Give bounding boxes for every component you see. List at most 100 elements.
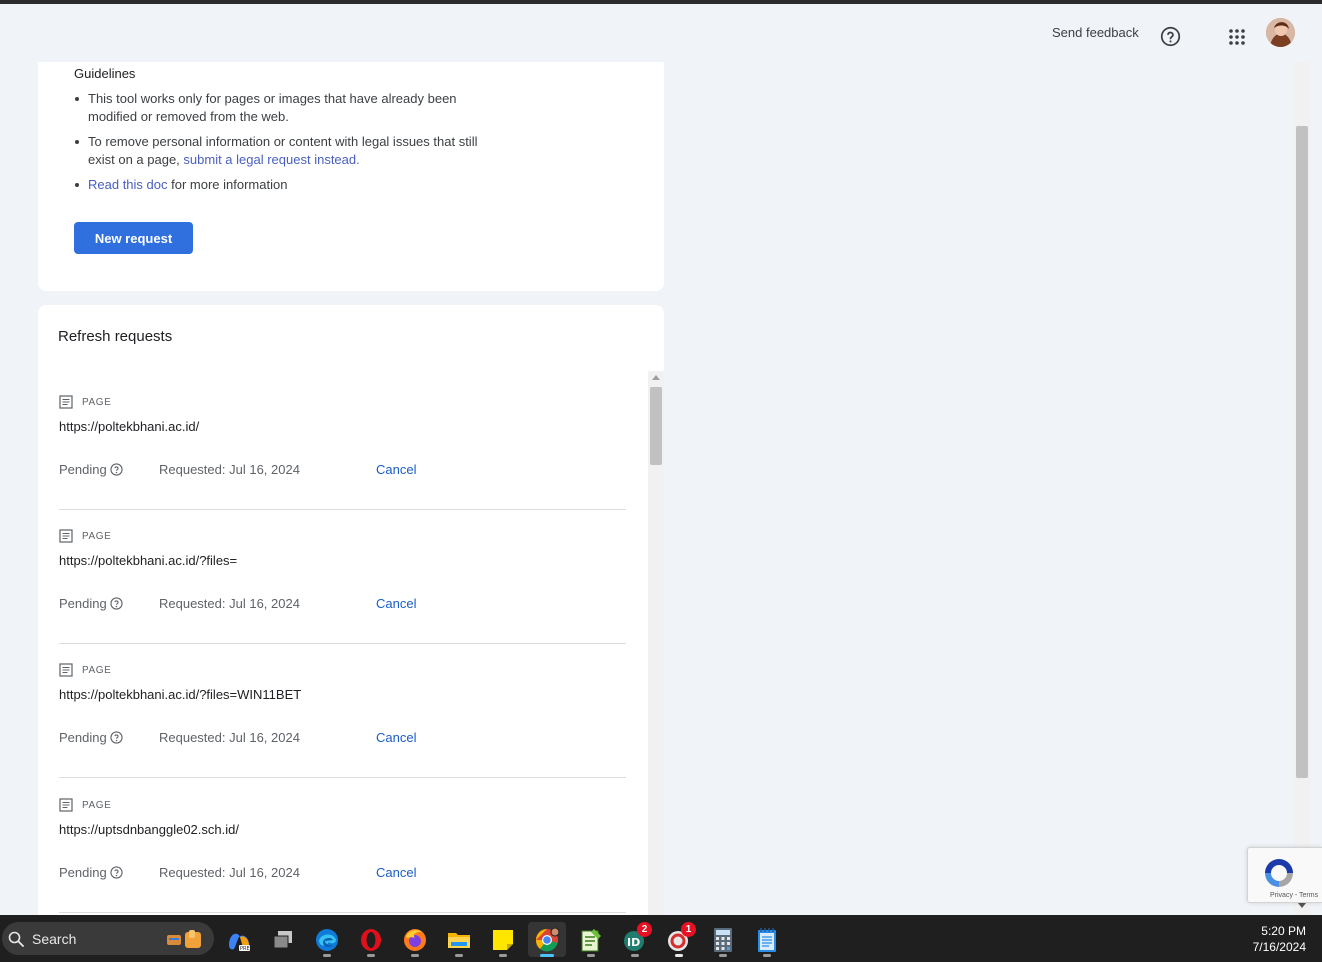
guideline-item: To remove personal information or conten… [75,133,478,169]
request-item: PAGE https://poltekbhani.ac.id/?files=WI… [59,645,626,779]
request-status: Pending [59,730,123,745]
top-header: Send feedback [0,4,1322,62]
help-circle-icon[interactable] [1160,26,1181,47]
request-divider [59,643,626,644]
taskbar-copilot[interactable]: PRE [220,922,258,957]
cancel-request-button[interactable]: Cancel [376,730,416,745]
svg-text:PRE: PRE [240,946,250,952]
account-avatar[interactable] [1266,18,1295,47]
refresh-requests-title: Refresh requests [58,328,173,345]
send-feedback-link[interactable]: Send feedback [1052,25,1139,40]
firefox-icon [404,928,426,951]
status-label: Pending [59,730,107,745]
request-type-label: PAGE [82,799,112,811]
request-url: https://poltekbhani.ac.id/?files= [59,553,238,568]
guideline-item: This tool works only for pages or images… [75,90,478,126]
taskbar-opera[interactable] [352,922,390,957]
requests-scrollbar[interactable] [648,371,664,925]
running-indicator [587,954,595,957]
scroll-down-arrow-icon[interactable] [1298,903,1306,908]
cancel-request-button[interactable]: Cancel [376,865,416,880]
chrome-icon [535,927,560,951]
file-explorer-icon [448,932,470,948]
scroll-up-arrow-icon[interactable] [652,375,660,380]
taskbar-notepad-plus[interactable] [572,922,610,957]
guidelines-card: Guidelines This tool works only for page… [38,62,664,291]
request-date: Requested: Jul 16, 2024 [159,730,300,745]
read-doc-link[interactable]: Read this doc [88,177,168,192]
new-request-button[interactable]: New request [74,222,193,254]
request-type-label: PAGE [82,396,112,408]
request-type-label: PAGE [82,664,112,676]
apps-grid-icon[interactable] [1228,28,1246,46]
status-label: Pending [59,596,107,611]
status-help-icon[interactable] [110,463,123,476]
taskbar-firefox[interactable] [396,922,434,957]
windows-taskbar: Search PRE ID 2 1 5:20 PM 7/16/2024 [0,915,1322,962]
page-scrollbar[interactable] [1294,62,1310,915]
request-status: Pending [59,462,123,477]
taskbar-search[interactable]: Search [2,922,214,955]
guideline-text: for more information [167,177,288,192]
taskbar-clock[interactable]: 5:20 PM 7/16/2024 [1253,923,1306,955]
request-url: https://poltekbhani.ac.id/ [59,419,200,434]
request-item: PAGE https://uptsdnbanggle02.sch.id/ Pen… [59,780,626,914]
taskbar-file-explorer[interactable] [440,922,478,957]
taskbar-app-badge-1[interactable]: 1 [660,922,698,957]
legal-request-link[interactable]: submit a legal request instead. [183,152,359,167]
notepad-plus-icon [581,928,601,951]
copilot-icon: PRE [229,933,250,952]
status-help-icon[interactable] [110,597,123,610]
status-help-icon[interactable] [110,866,123,879]
guidelines-title: Guidelines [74,66,136,81]
notification-badge: 1 [681,922,696,937]
request-status: Pending [59,865,123,880]
requests-scrollbar-thumb[interactable] [650,387,662,465]
request-date: Requested: Jul 16, 2024 [159,596,300,611]
clock-date: 7/16/2024 [1252,940,1306,954]
status-help-icon[interactable] [110,731,123,744]
taskbar-edge[interactable] [308,922,346,957]
recaptcha-badge[interactable]: Privacy - Terms [1247,847,1322,903]
cancel-request-button[interactable]: Cancel [376,596,416,611]
svg-text:ID: ID [627,936,640,949]
taskbar-task-view[interactable] [264,922,302,957]
guideline-text: This tool works only for pages or images… [88,91,457,124]
guideline-item: Read this doc for more information [75,176,478,194]
clock-time: 5:20 PM [1261,924,1306,938]
notification-badge: 2 [637,922,652,937]
request-date: Requested: Jul 16, 2024 [159,865,300,880]
request-type: PAGE [59,529,111,543]
running-indicator [367,954,375,957]
running-indicator [455,954,463,957]
taskbar-chrome[interactable] [528,922,566,957]
taskbar-calculator[interactable] [704,922,742,957]
request-divider [59,777,626,778]
recaptcha-terms[interactable]: Privacy - Terms [1270,892,1318,899]
request-item: PAGE https://poltekbhani.ac.id/?files= P… [59,511,626,645]
request-divider [59,509,626,510]
notepad-icon [758,927,776,952]
page-scrollbar-thumb[interactable] [1296,126,1308,778]
taskbar-sticky-notes[interactable] [484,922,522,957]
taskbar-notepad[interactable] [748,922,786,957]
page-document-icon [59,798,73,812]
refresh-requests-card: Refresh requests PAGE https://poltekbhan… [38,305,664,925]
search-icon [8,931,24,947]
running-indicator [675,954,683,957]
sticky-notes-icon [493,929,513,950]
running-indicator [631,954,639,957]
taskbar-app-badge-2[interactable]: ID 2 [616,922,654,957]
request-status: Pending [59,596,123,611]
recaptcha-logo-icon [1265,859,1293,887]
request-url: https://uptsdnbanggle02.sch.id/ [59,822,239,837]
status-label: Pending [59,865,107,880]
page-document-icon [59,529,73,543]
search-highlight-icon [167,930,201,948]
cancel-request-button[interactable]: Cancel [376,462,416,477]
opera-icon [361,928,381,951]
request-type: PAGE [59,798,111,812]
running-indicator [719,954,727,957]
page-document-icon [59,395,73,409]
running-indicator [323,954,331,957]
